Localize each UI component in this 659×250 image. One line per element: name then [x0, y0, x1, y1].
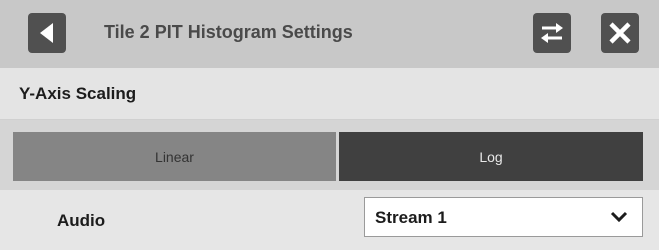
- chevron-down-icon: [610, 211, 628, 223]
- swap-icon: [541, 23, 563, 43]
- close-button[interactable]: [601, 13, 639, 53]
- audio-label: Audio: [57, 211, 106, 230]
- back-button[interactable]: [28, 13, 66, 53]
- audio-stream-select[interactable]: Stream 1: [364, 197, 643, 237]
- dialog-titlebar: Tile 2 PIT Histogram Settings: [0, 0, 659, 68]
- audio-row: Audio Stream 1: [0, 190, 659, 250]
- close-icon: [609, 22, 631, 44]
- y-axis-scaling-header: Y-Axis Scaling: [0, 68, 659, 120]
- back-arrow-icon: [40, 23, 53, 43]
- section-title: Y-Axis Scaling: [19, 84, 137, 103]
- audio-stream-value: Stream 1: [375, 208, 447, 227]
- y-axis-scaling-selector: Linear Log: [0, 120, 659, 190]
- linear-option[interactable]: Linear: [13, 132, 336, 181]
- swap-button[interactable]: [533, 13, 571, 53]
- dialog-title: Tile 2 PIT Histogram Settings: [104, 22, 353, 42]
- log-option[interactable]: Log: [339, 132, 643, 181]
